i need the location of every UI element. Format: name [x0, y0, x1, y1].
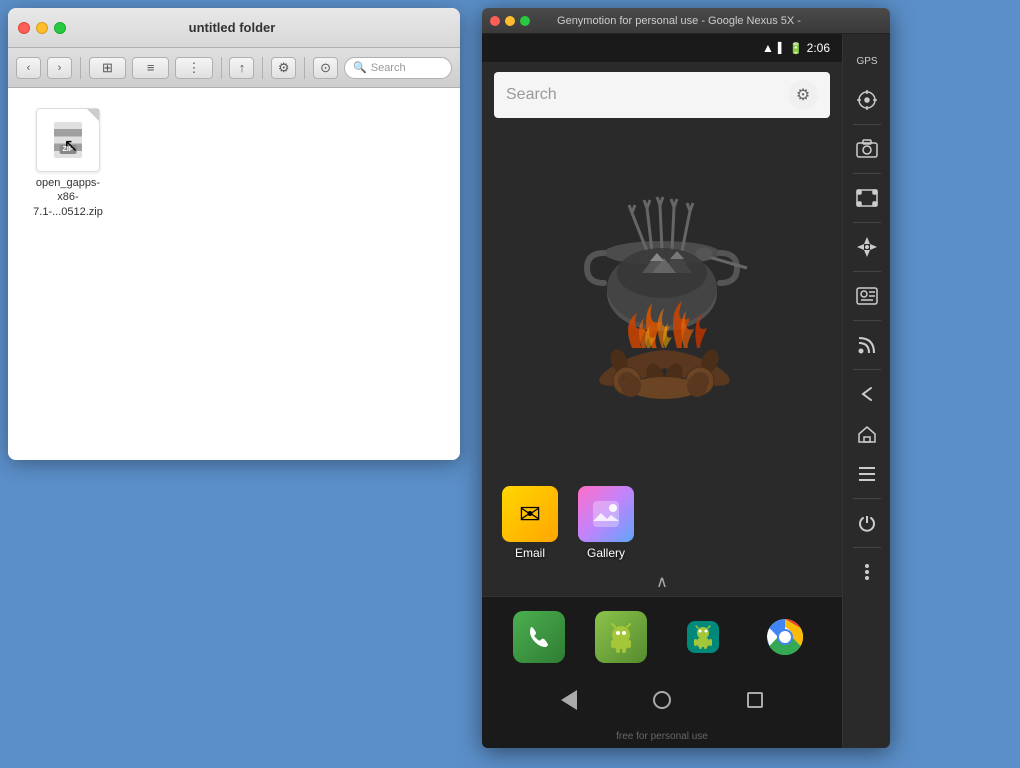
camera-panel-button[interactable] — [849, 131, 885, 167]
gps-panel-icon[interactable] — [849, 82, 885, 118]
gear-icon: ⚙ — [796, 85, 810, 105]
rss-panel-button[interactable] — [849, 327, 885, 363]
panel-separator-3 — [853, 222, 881, 223]
gps-panel-button[interactable]: GPS — [849, 42, 885, 78]
view-columns-button[interactable]: ⋮ — [175, 57, 212, 79]
back-panel-button[interactable] — [849, 376, 885, 412]
file-icon: ZIP ↖ — [36, 108, 100, 172]
media-panel-button[interactable] — [849, 180, 885, 216]
android-content: Search ⚙ — [482, 62, 842, 676]
wifi-icon: ▲ — [762, 41, 774, 55]
power-panel-button[interactable] — [849, 505, 885, 541]
genymotion-title: Genymotion for personal use - Google Nex… — [482, 15, 882, 27]
search-placeholder: Search — [371, 62, 406, 74]
home-nav-button[interactable] — [647, 685, 677, 715]
signal-icon: ▌ — [778, 43, 785, 54]
genymotion-titlebar: Genymotion for personal use - Google Nex… — [482, 8, 890, 34]
phone-dock-icon[interactable] — [513, 611, 565, 663]
search-input[interactable]: Search — [506, 86, 788, 104]
finder-window: untitled folder ‹ › ⊞ ≡ ⋮ ↑ ⚙ ⊙ 🔍 Search… — [8, 8, 460, 460]
view-icons-button[interactable]: ⊞ — [89, 57, 126, 79]
zip-graphic: ZIP — [50, 118, 86, 162]
android-dock-icon[interactable] — [677, 611, 729, 663]
chevron-up-icon: ∧ — [656, 572, 668, 592]
toolbar-divider-3 — [262, 57, 263, 79]
genymotion-panel: GPS — [842, 34, 890, 748]
zip-stripes: ZIP — [54, 122, 82, 158]
back-nav-button[interactable] — [554, 685, 584, 715]
file-item[interactable]: ZIP ↖ open_gapps-x86-7.1-...0512.zip — [28, 108, 108, 219]
zip-label: ZIP — [60, 145, 77, 154]
android-app-row: ✉ Email Gallery — [482, 478, 842, 568]
finder-toolbar: ‹ › ⊞ ≡ ⋮ ↑ ⚙ ⊙ 🔍 Search — [8, 48, 460, 88]
toolbar-divider-4 — [304, 57, 305, 79]
android-navbar — [482, 676, 842, 724]
files-dock-icon[interactable] — [595, 611, 647, 663]
chrome-dock-icon[interactable] — [759, 611, 811, 663]
panel-separator-4 — [853, 271, 881, 272]
email-app-icon[interactable]: ✉ Email — [502, 486, 558, 560]
android-wallpaper: ✉ Email Gallery — [482, 128, 842, 596]
android-bottom-dock — [482, 596, 842, 676]
gallery-icon — [578, 486, 634, 542]
battery-icon: 🔋 — [789, 42, 803, 55]
genymotion-window: Genymotion for personal use - Google Nex… — [482, 8, 890, 748]
panel-separator-2 — [853, 173, 881, 174]
campfire-graphic — [552, 193, 772, 413]
menu-panel-button[interactable] — [849, 456, 885, 492]
more-panel-button[interactable] — [849, 554, 885, 590]
finder-content: ZIP ↖ open_gapps-x86-7.1-...0512.zip — [8, 88, 460, 460]
navigate-panel-button[interactable] — [849, 229, 885, 265]
campfire-container — [482, 128, 842, 478]
android-phone: ▲ ▌ 🔋 2:06 Search ⚙ — [482, 34, 842, 748]
android-footer: free for personal use — [482, 724, 842, 748]
panel-separator-6 — [853, 369, 881, 370]
footer-text: free for personal use — [616, 731, 708, 742]
panel-separator-5 — [853, 320, 881, 321]
home-panel-button[interactable] — [849, 416, 885, 452]
time-display: 2:06 — [807, 41, 830, 55]
back-button[interactable]: ‹ — [16, 57, 41, 79]
android-chevron-row[interactable]: ∧ — [482, 568, 842, 596]
forward-button[interactable]: › — [47, 57, 72, 79]
view-list-button[interactable]: ≡ — [132, 57, 169, 79]
file-name: open_gapps-x86-7.1-...0512.zip — [28, 176, 108, 219]
search-icon: 🔍 — [353, 61, 367, 74]
toolbar-search[interactable]: 🔍 Search — [344, 57, 452, 79]
file-dog-ear — [87, 109, 99, 121]
panel-separator-1 — [853, 124, 881, 125]
gallery-app-icon[interactable]: Gallery — [578, 486, 634, 560]
panel-separator-8 — [853, 547, 881, 548]
email-label: Email — [515, 546, 545, 560]
actions-button[interactable]: ⚙ — [271, 57, 296, 79]
toolbar-divider-2 — [221, 57, 222, 79]
toolbar-divider — [80, 57, 81, 79]
email-icon: ✉ — [502, 486, 558, 542]
recent-nav-button[interactable] — [740, 685, 770, 715]
android-search-bar[interactable]: Search ⚙ — [494, 72, 830, 118]
svg-text:GPS: GPS — [857, 56, 877, 67]
share-button[interactable]: ↑ — [229, 57, 254, 79]
gallery-label: Gallery — [587, 546, 625, 560]
tags-button[interactable]: ⊙ — [313, 57, 338, 79]
id-panel-button[interactable] — [849, 278, 885, 314]
finder-titlebar: untitled folder — [8, 8, 460, 48]
status-icons: ▲ ▌ 🔋 2:06 — [762, 41, 830, 55]
search-gear-button[interactable]: ⚙ — [788, 80, 818, 110]
panel-separator-7 — [853, 498, 881, 499]
android-status-bar: ▲ ▌ 🔋 2:06 — [482, 34, 842, 62]
finder-title: untitled folder — [14, 20, 450, 35]
